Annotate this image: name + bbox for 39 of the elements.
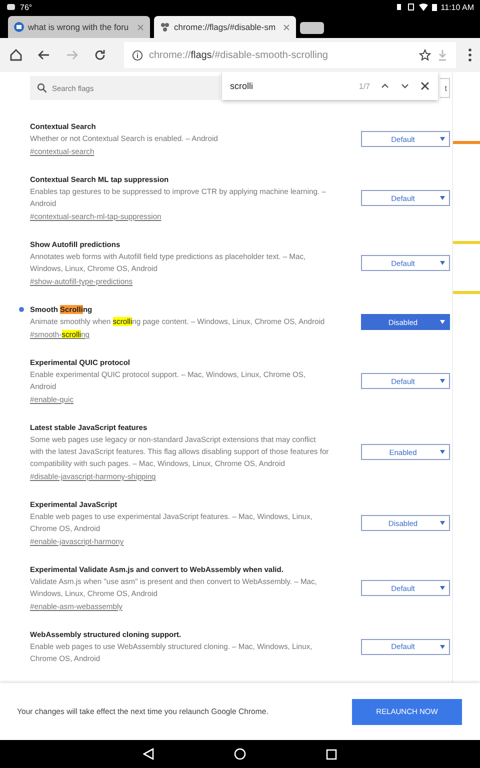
back-icon[interactable] — [143, 748, 154, 760]
match-marker — [453, 241, 480, 244]
caret-icon — [440, 586, 445, 590]
flask-icon — [160, 22, 170, 32]
caret-icon — [440, 450, 445, 454]
close-button[interactable] — [420, 81, 430, 91]
caret-icon — [440, 379, 445, 383]
caret-icon — [440, 137, 445, 141]
notification-icon — [6, 3, 16, 11]
browser-tab[interactable]: what is wrong with the foru — [8, 16, 150, 38]
address-bar[interactable]: chrome://flags/#disable-smooth-scrolling — [124, 42, 456, 68]
temperature-text: 76° — [20, 2, 32, 12]
reset-button[interactable]: t — [440, 78, 450, 98]
caret-icon — [440, 644, 445, 648]
caret-icon — [440, 320, 445, 324]
caret-icon — [440, 521, 445, 525]
home-icon[interactable] — [234, 748, 246, 760]
forum-logo-icon — [14, 22, 24, 32]
clock-text: 11:10 AM — [440, 2, 474, 12]
home-icon[interactable] — [8, 47, 24, 63]
caret-icon — [440, 261, 445, 265]
recents-icon[interactable] — [326, 748, 337, 760]
menu-icon[interactable] — [468, 48, 472, 62]
match-marker — [453, 291, 480, 294]
info-icon[interactable] — [132, 50, 143, 60]
current-match-marker — [453, 141, 480, 144]
browser-tab[interactable]: chrome://flags/#disable-sm — [154, 16, 296, 38]
close-icon[interactable] — [283, 24, 290, 30]
search-icon — [37, 83, 47, 93]
find-query[interactable]: scrolli — [230, 81, 349, 91]
match-count: 1/7 — [358, 82, 370, 90]
new-tab-button[interactable] — [300, 22, 324, 34]
battery-icon — [432, 3, 437, 11]
url-text: chrome://flags/#disable-smooth-scrolling — [149, 50, 329, 60]
caret-icon — [440, 196, 445, 200]
next-match-button[interactable] — [400, 81, 410, 91]
wifi-icon — [418, 3, 428, 11]
star-icon[interactable] — [419, 49, 431, 61]
rotation-icon — [406, 3, 415, 11]
